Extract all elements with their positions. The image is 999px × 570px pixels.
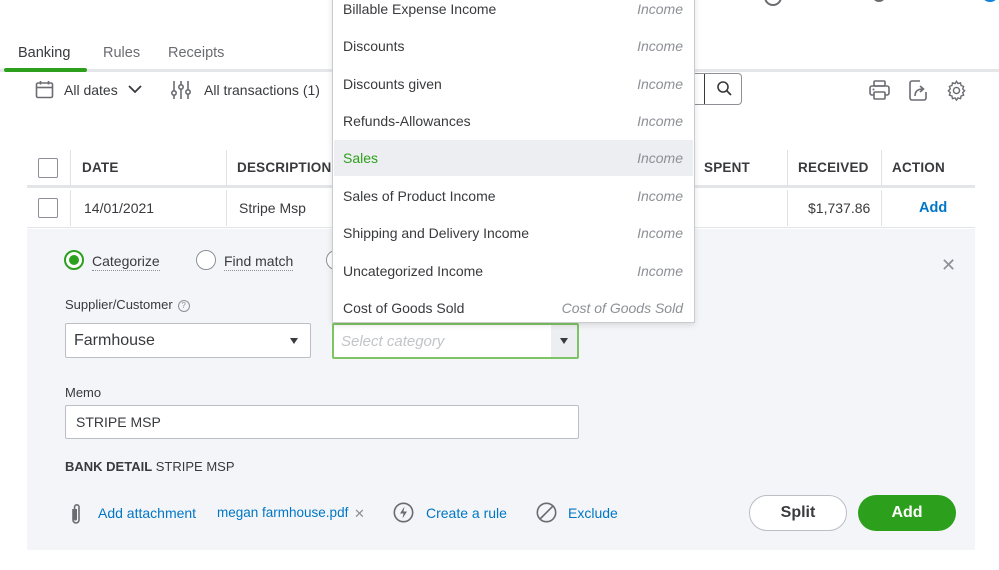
find-match-label[interactable]: Find match — [224, 253, 294, 271]
help-icon[interactable]: ? — [177, 299, 190, 312]
category-dropdown: Billable Expense Income Income Discounts I… — [332, 0, 695, 323]
category-select[interactable]: Select category — [332, 323, 579, 359]
category-placeholder: Select category — [341, 333, 445, 350]
column-header-date[interactable]: DATE — [82, 160, 119, 175]
split-button[interactable]: Split — [749, 495, 847, 531]
dropdown-item-type: Income — [637, 263, 683, 279]
filter-sliders-icon — [171, 81, 191, 99]
memo-input[interactable]: STRIPE MSP — [65, 405, 579, 439]
calendar-icon — [35, 81, 54, 99]
tab-banking[interactable]: Banking — [18, 45, 70, 61]
top-header-icons — [760, 0, 999, 6]
dropdown-item-name: Shipping and Delivery Income — [343, 225, 529, 241]
exclude-link[interactable]: Exclude — [568, 505, 618, 521]
bank-detail: BANK DETAIL STRIPE MSP — [65, 459, 235, 474]
search-icon[interactable] — [716, 80, 733, 97]
supplier-value: Farmhouse — [74, 332, 155, 349]
date-filter-label: All dates — [64, 81, 118, 98]
memo-label: Memo — [65, 385, 102, 400]
memo-value: STRIPE MSP — [76, 414, 161, 430]
print-icon[interactable] — [869, 80, 890, 100]
dropdown-item-name: Discounts — [343, 38, 405, 54]
column-header-spent[interactable]: SPENT — [704, 160, 750, 175]
date-filter[interactable]: All dates — [35, 80, 142, 99]
bank-detail-value: STRIPE MSP — [155, 459, 235, 474]
dropdown-item-type: Income — [637, 38, 683, 54]
search-icon[interactable] — [872, 0, 886, 2]
dropdown-item-name: Billable Expense Income — [343, 1, 497, 17]
caret-down-icon — [290, 338, 298, 344]
dropdown-item-name: Sales of Product Income — [343, 188, 496, 204]
column-header-description[interactable]: DESCRIPTION — [237, 160, 331, 175]
row-description: Stripe Msp — [239, 200, 306, 216]
export-icon[interactable] — [909, 80, 929, 101]
dropdown-item-type: Income — [637, 113, 683, 129]
account-icon[interactable] — [982, 0, 998, 2]
dropdown-item[interactable]: Shipping and Delivery Income Income — [334, 215, 693, 251]
column-divider — [881, 150, 882, 186]
column-divider — [226, 150, 227, 186]
column-divider — [70, 150, 71, 186]
supplier-select[interactable]: Farmhouse — [65, 323, 311, 358]
column-header-action: ACTION — [892, 160, 945, 175]
add-button[interactable]: Add — [858, 495, 956, 531]
dropdown-item-name: Uncategorized Income — [343, 263, 484, 279]
dropdown-item[interactable]: Discounts given Income — [334, 66, 693, 102]
exclude-icon — [536, 502, 557, 523]
row-add-action[interactable]: Add — [919, 200, 947, 216]
dropdown-item-name: Refunds-Allowances — [343, 113, 471, 129]
dropdown-item-type: Cost of Goods Sold — [561, 300, 683, 316]
active-tab-indicator — [4, 68, 87, 72]
row-date: 14/01/2021 — [84, 200, 155, 216]
dropdown-item[interactable]: Uncategorized Income Income — [334, 253, 693, 289]
row-checkbox[interactable] — [38, 198, 58, 218]
dropdown-item-highlighted[interactable]: Sales Income — [334, 140, 693, 176]
dropdown-item-type: Income — [637, 1, 683, 17]
add-attachment-link[interactable]: Add attachment — [98, 505, 196, 521]
column-divider — [881, 190, 882, 226]
categorize-radio[interactable] — [64, 250, 84, 270]
find-match-radio[interactable] — [196, 250, 216, 270]
remove-attachment-icon[interactable]: ✕ — [354, 506, 365, 522]
dropdown-item-name: Sales — [343, 150, 379, 166]
dropdown-item[interactable]: Cost of Goods Sold Cost of Goods Sold — [334, 290, 693, 326]
column-divider — [787, 190, 788, 226]
dropdown-item-type: Income — [637, 150, 683, 166]
supplier-label-text: Supplier/Customer — [65, 297, 173, 312]
row-received: $1,737.86 — [808, 200, 871, 216]
transaction-filter[interactable]: All transactions (1) — [171, 80, 320, 100]
dropdown-item[interactable]: Sales of Product Income Income — [334, 178, 693, 214]
dropdown-item[interactable]: Billable Expense Income Income — [334, 0, 693, 27]
bank-detail-label: BANK DETAIL — [65, 459, 153, 474]
categorize-label[interactable]: Categorize — [92, 253, 160, 271]
tab-rules[interactable]: Rules — [103, 45, 140, 61]
column-divider — [226, 190, 227, 226]
column-divider — [787, 150, 788, 186]
settings-icon[interactable] — [946, 80, 967, 101]
help-icon[interactable] — [764, 0, 782, 6]
close-icon[interactable]: ✕ — [941, 255, 956, 276]
transaction-filter-label: All transactions (1) — [204, 82, 320, 98]
dropdown-item-type: Income — [637, 188, 683, 204]
dropdown-item[interactable]: Refunds-Allowances Income — [334, 103, 693, 139]
supplier-label: Supplier/Customer? — [65, 297, 190, 312]
dropdown-item-type: Income — [637, 76, 683, 92]
paperclip-icon — [72, 504, 80, 524]
lightning-icon — [393, 502, 414, 523]
chevron-down-icon — [128, 85, 142, 94]
caret-down-icon — [560, 338, 568, 344]
dropdown-item-name: Discounts given — [343, 76, 442, 92]
tab-receipts[interactable]: Receipts — [168, 45, 224, 61]
create-rule-link[interactable]: Create a rule — [426, 505, 507, 521]
dropdown-item-type: Income — [637, 225, 683, 241]
select-all-checkbox[interactable] — [38, 158, 58, 178]
search-divider — [704, 74, 705, 104]
column-header-received[interactable]: RECEIVED — [798, 160, 869, 175]
column-divider — [70, 190, 71, 226]
dropdown-item-name: Cost of Goods Sold — [343, 300, 465, 316]
dropdown-item[interactable]: Discounts Income — [334, 28, 693, 64]
attachment-file-link[interactable]: megan farmhouse.pdf — [217, 505, 348, 520]
